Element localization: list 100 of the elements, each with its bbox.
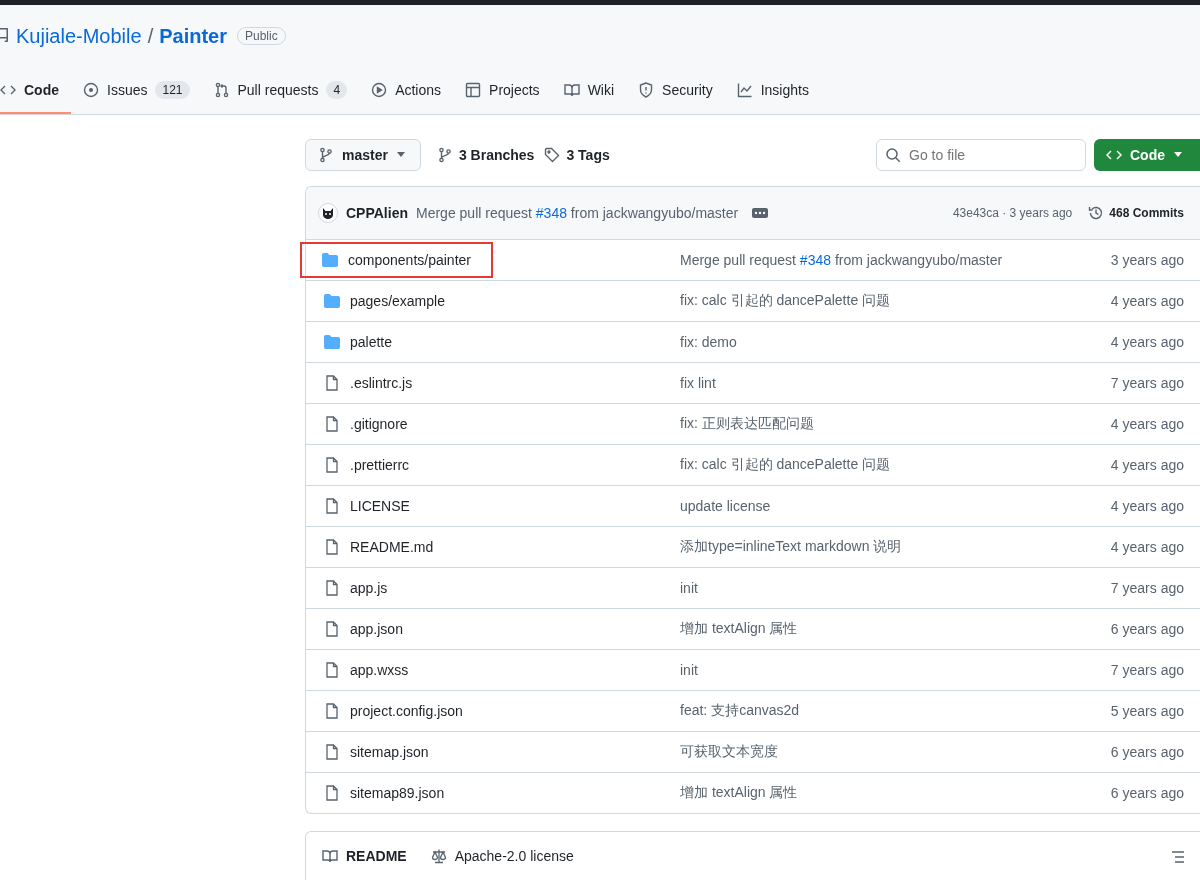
commit-message: feat: 支持canvas2d [680, 702, 801, 720]
commit-message: 增加 textAlign 属性 [680, 784, 799, 802]
readme-tab[interactable]: README [314, 832, 415, 880]
commit-time: 4 years ago [1110, 293, 1185, 309]
file-icon [324, 744, 340, 760]
repo-tab[interactable]: Actions [371, 67, 454, 114]
commit-message: fix: demo [680, 334, 738, 350]
file-icon [324, 621, 340, 637]
file-icon [324, 416, 340, 432]
commit-message: fix: calc 引起的 dancePalette 问题 [680, 292, 892, 310]
file-name-link[interactable]: app.js [350, 580, 388, 596]
caret-icon [1173, 152, 1183, 158]
play-icon [371, 81, 388, 98]
tag-icon [544, 147, 561, 163]
commit-message: Merge pull request #348 from jackwangyubo/master [416, 205, 739, 221]
commit-message: 可获取文本宽度 [680, 743, 779, 761]
file-icon [324, 662, 340, 678]
commit-time: 4 years ago [1110, 457, 1185, 473]
repo-link[interactable]: Painter [159, 24, 227, 48]
commit-time: 4 years ago [1110, 498, 1185, 514]
commit-message: 添加type=inlineText markdown 说明 [680, 538, 903, 556]
commits-link[interactable]: 468 Commits [1088, 205, 1184, 221]
file-name-link[interactable]: sitemap.json [350, 744, 429, 760]
commit-time: 6 years ago [1110, 621, 1185, 637]
file-name-link[interactable]: .prettierrc [350, 457, 410, 473]
file-icon [324, 703, 340, 719]
file-icon [324, 539, 340, 555]
go-to-file-field[interactable]: Go to file [876, 139, 1086, 171]
graph-icon [736, 81, 753, 98]
repo-tab[interactable]: Issues 121 [83, 67, 202, 114]
repo-icon [0, 28, 10, 44]
file-name-link[interactable]: palette [350, 334, 393, 350]
commit-message: Merge pull request #348 from jackwangyubo/master [680, 252, 1004, 268]
caret-icon [395, 152, 406, 158]
repo-tab[interactable]: Security [638, 67, 725, 114]
file-icon [324, 375, 340, 391]
folder-icon [322, 252, 338, 268]
commit-message: fix: 正则表达匹配问题 [680, 415, 815, 433]
commit-message: init [680, 662, 699, 678]
repo-tab[interactable]: Pull requests 4 [213, 67, 360, 114]
commit-time: 6 years ago [1110, 785, 1185, 801]
commit-time: 7 years ago [1110, 375, 1185, 391]
repo-tab[interactable]: Wiki [563, 67, 627, 114]
tags-link[interactable]: 3 Tags [544, 147, 610, 163]
commit-time: 6 years ago [1110, 744, 1185, 760]
file-name-link[interactable]: sitemap89.json [350, 785, 445, 801]
repo-tab[interactable]: Code [0, 67, 71, 114]
file-name-link[interactable]: app.wxss [350, 662, 409, 678]
commit-hash-time: 43e43ca · 3 years ago [952, 206, 1073, 220]
search-icon [885, 147, 901, 163]
file-name-link[interactable]: app.json [350, 621, 403, 637]
commit-message: 增加 textAlign 属性 [680, 620, 799, 638]
file-icon [324, 457, 340, 473]
branch-icon [436, 147, 453, 163]
file-name-link[interactable]: .gitignore [350, 416, 408, 432]
book-icon [322, 848, 338, 864]
file-icon [324, 498, 340, 514]
commit-time: 3 years ago [1110, 252, 1185, 268]
folder-icon [324, 293, 340, 309]
path-separator: / [147, 24, 154, 48]
file-name-link[interactable]: README.md [350, 539, 434, 555]
commit-time: 4 years ago [1110, 539, 1185, 555]
pull-request-link[interactable]: #348 [535, 205, 567, 221]
commit-time: 5 years ago [1110, 703, 1185, 719]
branches-link[interactable]: 3 Branches [436, 147, 535, 163]
commit-time: 7 years ago [1110, 580, 1185, 596]
commit-message: fix: calc 引起的 dancePalette 问题 [680, 456, 892, 474]
commit-author[interactable]: CPPAlien [346, 205, 408, 221]
branch-icon [318, 147, 334, 163]
circle-dot-icon [83, 81, 99, 98]
commit-message: fix lint [680, 375, 717, 391]
cat-avatar-icon [318, 203, 338, 223]
branch-select[interactable]: master [305, 139, 421, 171]
commit-time: 7 years ago [1110, 662, 1185, 678]
book-icon [563, 81, 580, 98]
commit-message: update license [680, 498, 772, 514]
owner-link[interactable]: Kujiale-Mobile [16, 24, 142, 48]
scale-icon [430, 848, 447, 864]
file-name-link[interactable]: LICENSE [350, 498, 410, 514]
counter-badge: 121 [155, 80, 190, 99]
pull-request-link[interactable]: #348 [799, 252, 831, 268]
folder-icon [324, 334, 340, 350]
shield-icon [638, 81, 655, 98]
file-name-link[interactable]: pages/example [350, 293, 445, 309]
code-button[interactable]: Code [1094, 139, 1200, 171]
pull-request-icon [213, 81, 230, 98]
file-name-link[interactable]: .eslintrc.js [350, 375, 413, 391]
commit-time: 4 years ago [1110, 334, 1185, 350]
outline-menu-icon[interactable] [1170, 849, 1186, 865]
repo-tab[interactable]: Insights [736, 67, 821, 114]
table-icon [465, 81, 482, 98]
repo-tab[interactable]: Projects [465, 67, 552, 114]
ellipsis-icon [752, 208, 769, 218]
readme-tab[interactable]: Apache-2.0 license [422, 832, 582, 880]
file-name-link[interactable]: project.config.json [350, 703, 463, 719]
file-icon [324, 785, 340, 801]
commit-time: 4 years ago [1110, 416, 1185, 432]
counter-badge: 4 [326, 80, 348, 99]
file-name-link[interactable]: components/painter [348, 252, 471, 268]
history-icon [1088, 205, 1105, 221]
